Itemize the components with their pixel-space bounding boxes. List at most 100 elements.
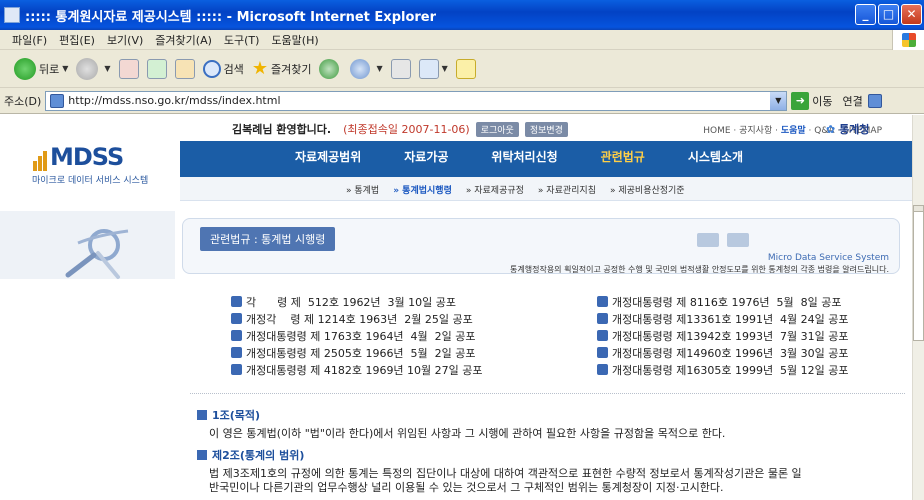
subnav-data-provision[interactable]: » 자료제공규정 bbox=[466, 183, 524, 196]
web-page: 김복례님 환영합니다. (최종접속일 2007-11-06) 로그아웃 정보변경… bbox=[0, 115, 912, 500]
decree-item: 개정대통령령 제13361호 1991년 4월 24일 공포 bbox=[597, 310, 849, 327]
nav-tab-regulations[interactable]: 관련법규 bbox=[601, 148, 645, 165]
decree-bullet-icon bbox=[231, 330, 242, 341]
help-link[interactable]: 도움말 bbox=[781, 126, 806, 136]
decree-bullet-icon bbox=[231, 296, 242, 307]
kostat-icon: ✿ bbox=[826, 123, 836, 136]
decree-item: 개정대통령령 제 1763호 1964년 4월 2일 공포 bbox=[231, 327, 597, 344]
folder-icons bbox=[697, 233, 749, 247]
minimize-button[interactable]: _ bbox=[855, 4, 876, 25]
menu-view[interactable]: 보기(V) bbox=[107, 32, 143, 48]
menu-file[interactable]: 파일(F) bbox=[12, 32, 47, 48]
article-2-title: 제2조(통계의 범위) bbox=[197, 447, 802, 463]
decree-row: 개정대통령령 제 1763호 1964년 4월 2일 공포 개정대통령령 제139… bbox=[231, 327, 911, 344]
subnav-statistics-act[interactable]: » 통계법 bbox=[346, 183, 379, 196]
chevron-down-icon: ▼ bbox=[441, 64, 448, 73]
chevron-down-icon: ▼ bbox=[104, 64, 111, 73]
windows-logo-icon bbox=[892, 30, 924, 50]
decree-text: 개정대통령령 제13361호 1991년 4월 24일 공포 bbox=[612, 312, 849, 326]
print-icon bbox=[390, 58, 411, 79]
history-icon bbox=[319, 58, 340, 79]
nav-tab-data-scope[interactable]: 자료제공범위 bbox=[295, 148, 361, 165]
menu-favorites[interactable]: 즐겨찾기(A) bbox=[155, 32, 212, 48]
welcome-suffix: 님 환영합니다. bbox=[262, 123, 332, 136]
menu-help[interactable]: 도움말(H) bbox=[271, 32, 318, 48]
refresh-button[interactable] bbox=[146, 58, 167, 79]
history-button[interactable] bbox=[319, 58, 342, 79]
nav-tab-system-intro[interactable]: 시스템소개 bbox=[688, 148, 743, 165]
decree-row: 각 령 제 512호 1962년 3월 10일 공포 개정대통령령 제 8116호… bbox=[231, 293, 911, 310]
article-bullet-icon bbox=[197, 450, 207, 460]
messenger-button[interactable] bbox=[455, 58, 476, 79]
article-2-text: 법 제3조제1호의 규정에 의한 통계는 특정의 집단이나 대상에 대하여 객관… bbox=[209, 467, 802, 495]
section-divider bbox=[190, 393, 905, 394]
search-icon bbox=[202, 59, 221, 78]
page-title: 관련법규 : 통계법 시행령 bbox=[200, 227, 336, 251]
address-dropdown-icon[interactable]: ▼ bbox=[770, 91, 787, 110]
stop-button[interactable] bbox=[118, 58, 139, 79]
decree-history-list: 각 령 제 512호 1962년 3월 10일 공포 개정대통령령 제 8116호… bbox=[231, 293, 911, 378]
decree-row: 개정대통령령 제 4182호 1969년 10월 27일 공포 개정대통령령 제1… bbox=[231, 361, 911, 378]
kostat-label: 통계청 bbox=[839, 123, 870, 136]
logo-word: MDSS bbox=[50, 143, 124, 171]
page-icon bbox=[50, 93, 65, 108]
back-button[interactable]: 뒤로 ▼ bbox=[14, 57, 69, 80]
window-title: ::::: 통계원시자료 제공시스템 ::::: - Microsoft Int… bbox=[25, 9, 437, 25]
edit-button[interactable]: ▼ bbox=[418, 58, 448, 79]
edit-icon bbox=[418, 58, 439, 79]
favorites-button[interactable]: ★ 즐겨찾기 bbox=[252, 58, 312, 79]
menu-edit[interactable]: 편집(E) bbox=[59, 32, 95, 48]
forward-button[interactable]: ▼ bbox=[76, 57, 111, 80]
decree-item: 개정대통령령 제 8116호 1976년 5월 8일 공포 bbox=[597, 293, 842, 310]
sub-nav: » 통계법 » 통계법시행령 » 자료제공규정 » 자료관리지침 » 제공비용산… bbox=[180, 177, 912, 201]
vertical-scrollbar[interactable] bbox=[912, 115, 924, 500]
link-page-icon bbox=[867, 93, 882, 108]
address-input[interactable]: http://mdss.nso.go.kr/mdss/index.html ▼ bbox=[45, 90, 788, 111]
decree-bullet-icon bbox=[231, 313, 242, 324]
go-button[interactable]: ➜ 이동 bbox=[791, 91, 833, 110]
decree-item: 개정대통령령 제 4182호 1969년 10월 27일 공포 bbox=[231, 361, 597, 378]
links-bar[interactable]: 연결 bbox=[843, 93, 886, 109]
decree-text: 개정대통령령 제16305호 1999년 5월 12일 공포 bbox=[612, 363, 849, 377]
go-label: 이동 bbox=[812, 94, 833, 108]
article-1: 1조(목적) 이 영은 통계법(이하 "법"이라 한다)에서 위임된 사항과 그… bbox=[197, 407, 725, 441]
nav-tab-consignment[interactable]: 위탁처리신청 bbox=[491, 148, 557, 165]
decree-item: 개정대통령령 제14960호 1996년 3월 30일 공포 bbox=[597, 344, 849, 361]
info-change-button[interactable]: 정보변경 bbox=[524, 121, 568, 137]
decree-row: 개정각 령 제 1214호 1963년 2월 25일 공포 개정대통령령 제133… bbox=[231, 310, 911, 327]
decree-bullet-icon bbox=[231, 364, 242, 375]
close-button[interactable]: ✕ bbox=[901, 4, 922, 25]
note-icon bbox=[455, 58, 476, 79]
last-login: (최종접속일 2007-11-06) bbox=[343, 123, 470, 136]
mail-button[interactable]: ▼ bbox=[350, 58, 383, 79]
print-button[interactable] bbox=[390, 58, 411, 79]
nav-tab-data-processing[interactable]: 자료가공 bbox=[404, 148, 448, 165]
top-links-home[interactable]: HOME · 공지사항 · bbox=[703, 126, 781, 136]
kostat-logo[interactable]: ✿ 통계청 bbox=[826, 121, 869, 137]
article-1-title: 1조(목적) bbox=[197, 407, 725, 423]
chevron-down-icon: ▼ bbox=[62, 64, 69, 73]
decree-text: 개정대통령령 제13942호 1993년 7월 31일 공포 bbox=[612, 329, 849, 343]
decree-text: 개정대통령령 제 4182호 1969년 10월 27일 공포 bbox=[246, 363, 483, 377]
subnav-cost-criteria[interactable]: » 제공비용산정기준 bbox=[610, 183, 685, 196]
logout-button[interactable]: 로그아웃 bbox=[475, 121, 519, 137]
menu-bar: 파일(F) 편집(E) 보기(V) 즐겨찾기(A) 도구(T) 도움말(H) bbox=[0, 30, 924, 50]
window-titlebar: ::::: 통계원시자료 제공시스템 ::::: - Microsoft Int… bbox=[0, 0, 924, 30]
nav-tabs: 자료제공범위 자료가공 위탁처리신청 관련법규 시스템소개 bbox=[295, 148, 786, 165]
go-arrow-icon: ➜ bbox=[791, 91, 810, 110]
article-1-title-text: 1조(목적) bbox=[212, 409, 261, 422]
decree-text: 개정대통령령 제14960호 1996년 3월 30일 공포 bbox=[612, 346, 849, 360]
ie-page-icon bbox=[4, 7, 20, 23]
subnav-enforcement-decree[interactable]: » 통계법시행령 bbox=[393, 183, 452, 196]
home-button[interactable] bbox=[174, 58, 195, 79]
user-name: 김복례 bbox=[232, 123, 263, 136]
decree-item: 각 령 제 512호 1962년 3월 10일 공포 bbox=[231, 293, 597, 310]
mdss-logo[interactable]: MDSS 마이크로 데이터 서비스 시스템 bbox=[32, 143, 148, 186]
scroll-thumb[interactable] bbox=[913, 211, 924, 341]
system-name: Micro Data Service System bbox=[767, 253, 889, 263]
search-button[interactable]: 검색 bbox=[202, 59, 244, 78]
menu-tools[interactable]: 도구(T) bbox=[224, 32, 260, 48]
subnav-data-management[interactable]: » 자료관리지침 bbox=[538, 183, 596, 196]
maximize-button[interactable]: □ bbox=[878, 4, 899, 25]
user-info-bar: 김복례님 환영합니다. (최종접속일 2007-11-06) 로그아웃 정보변경… bbox=[232, 121, 912, 137]
